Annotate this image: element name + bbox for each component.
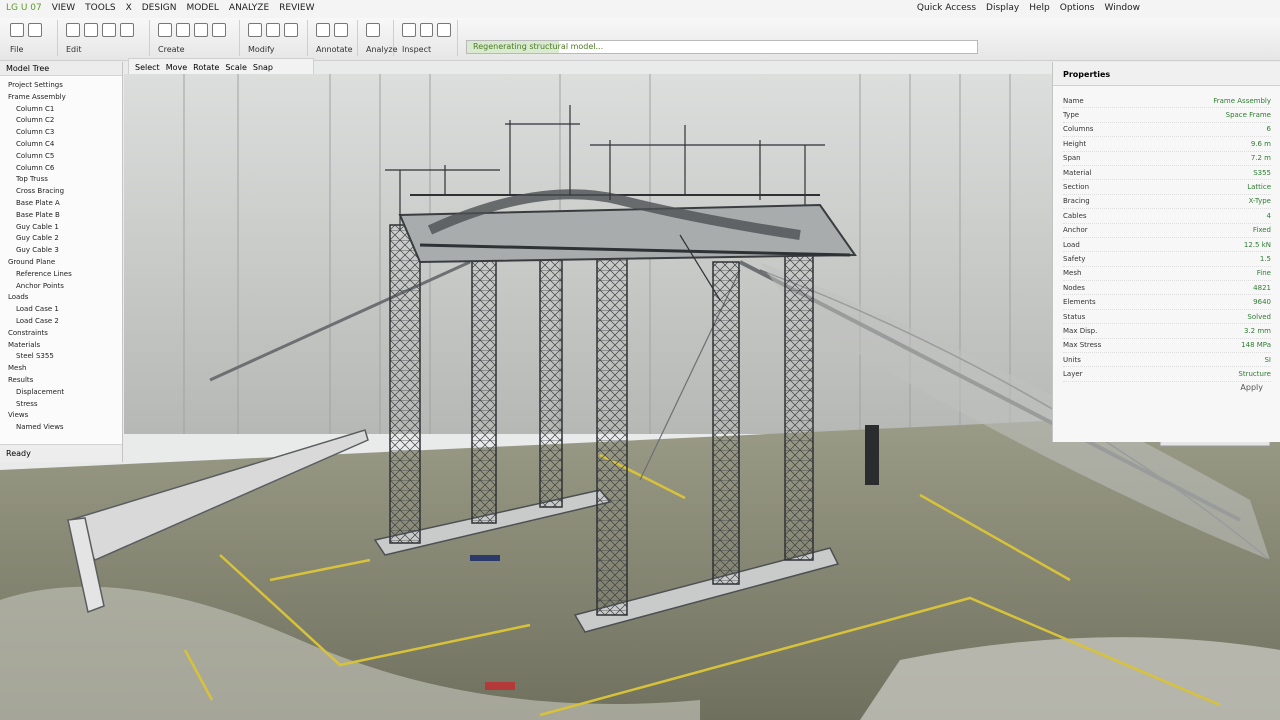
property-name: Height	[1063, 139, 1087, 148]
property-name: Max Disp.	[1063, 326, 1098, 335]
property-row[interactable]: Bracing X-Type	[1063, 195, 1271, 210]
property-value: 4	[1266, 211, 1271, 220]
property-name: Units	[1063, 355, 1081, 364]
property-name: Mesh	[1063, 269, 1082, 278]
property-name: Anchor	[1063, 226, 1088, 235]
property-value: Fine	[1256, 269, 1271, 278]
property-row[interactable]: Max Disp. 3.2 mm	[1063, 324, 1271, 339]
property-name: Safety	[1063, 254, 1086, 263]
property-row[interactable]: Columns 6	[1063, 123, 1271, 138]
column-c2[interactable]	[471, 254, 497, 524]
property-value: X-Type	[1248, 197, 1271, 206]
property-value: Solved	[1247, 312, 1271, 321]
property-name: Elements	[1063, 298, 1096, 307]
property-row[interactable]: Safety 1.5	[1063, 252, 1271, 267]
property-value: Structure	[1238, 370, 1271, 379]
property-name: Span	[1063, 154, 1081, 163]
property-value: 6	[1266, 125, 1271, 134]
apply-button[interactable]: Apply	[1240, 383, 1263, 392]
property-row[interactable]: Elements 9640	[1063, 295, 1271, 310]
column-c4[interactable]	[596, 254, 628, 616]
property-value: 9640	[1253, 298, 1271, 307]
properties-list: Name Frame Assembly Type Space Frame Columns…	[1063, 94, 1271, 382]
property-name: Nodes	[1063, 283, 1085, 292]
properties-panel: Properties Name Frame Assembly Type Space F…	[1052, 62, 1280, 442]
property-row[interactable]: Mesh Fine	[1063, 267, 1271, 282]
property-row[interactable]: Section Lattice	[1063, 180, 1271, 195]
property-name: Status	[1063, 312, 1086, 321]
property-row[interactable]: Max Stress 148 MPa	[1063, 339, 1271, 354]
property-value: 3.2 mm	[1244, 326, 1271, 335]
property-row[interactable]: Height 9.6 m	[1063, 137, 1271, 152]
property-name: Load	[1063, 240, 1080, 249]
property-value: Frame Assembly	[1213, 96, 1271, 105]
property-name: Name	[1063, 96, 1084, 105]
property-row[interactable]: Load 12.5 kN	[1063, 238, 1271, 253]
property-value: 1.5	[1259, 254, 1271, 263]
property-row[interactable]: Nodes 4821	[1063, 281, 1271, 296]
marker-red	[485, 682, 515, 690]
property-value: 7.2 m	[1250, 154, 1271, 163]
property-name: Bracing	[1063, 197, 1090, 206]
property-row[interactable]: Status Solved	[1063, 310, 1271, 325]
property-row[interactable]: Material S355	[1063, 166, 1271, 181]
property-value: Space Frame	[1225, 111, 1271, 120]
column-c3[interactable]	[539, 254, 563, 508]
property-row[interactable]: Span 7.2 m	[1063, 152, 1271, 166]
property-row[interactable]: Anchor Fixed	[1063, 224, 1271, 238]
cad-application: LG U 07 VIEW TOOLS X DESIGN MODEL ANALYZE REVIE…	[0, 0, 1280, 720]
property-value: Lattice	[1247, 183, 1271, 192]
column-c5[interactable]	[712, 261, 740, 585]
property-value: 4821	[1253, 283, 1271, 292]
property-value: Fixed	[1252, 226, 1271, 235]
column-c1[interactable]	[389, 224, 421, 544]
property-value: 9.6 m	[1250, 139, 1271, 148]
equipment-cabinet	[865, 425, 879, 485]
3d-viewport[interactable]	[0, 74, 1280, 720]
property-name: Cables	[1063, 211, 1087, 220]
property-row[interactable]: Name Frame Assembly	[1063, 94, 1271, 109]
property-row[interactable]: Cables 4	[1063, 209, 1271, 224]
property-name: Section	[1063, 183, 1090, 192]
property-name: Layer	[1063, 370, 1083, 379]
marker-blue	[470, 555, 500, 561]
column-c6[interactable]	[784, 239, 814, 561]
property-name: Type	[1063, 111, 1080, 120]
property-value: S355	[1253, 168, 1271, 177]
property-name: Material	[1063, 168, 1092, 177]
property-row[interactable]: Layer Structure	[1063, 367, 1271, 382]
property-value: SI	[1264, 355, 1271, 364]
property-row[interactable]: Units SI	[1063, 353, 1271, 368]
property-name: Max Stress	[1063, 341, 1102, 350]
property-value: 148 MPa	[1241, 341, 1271, 350]
properties-header: Properties	[1053, 62, 1280, 86]
property-value: 12.5 kN	[1243, 240, 1271, 249]
property-row[interactable]: Type Space Frame	[1063, 108, 1271, 123]
property-name: Columns	[1063, 125, 1094, 134]
